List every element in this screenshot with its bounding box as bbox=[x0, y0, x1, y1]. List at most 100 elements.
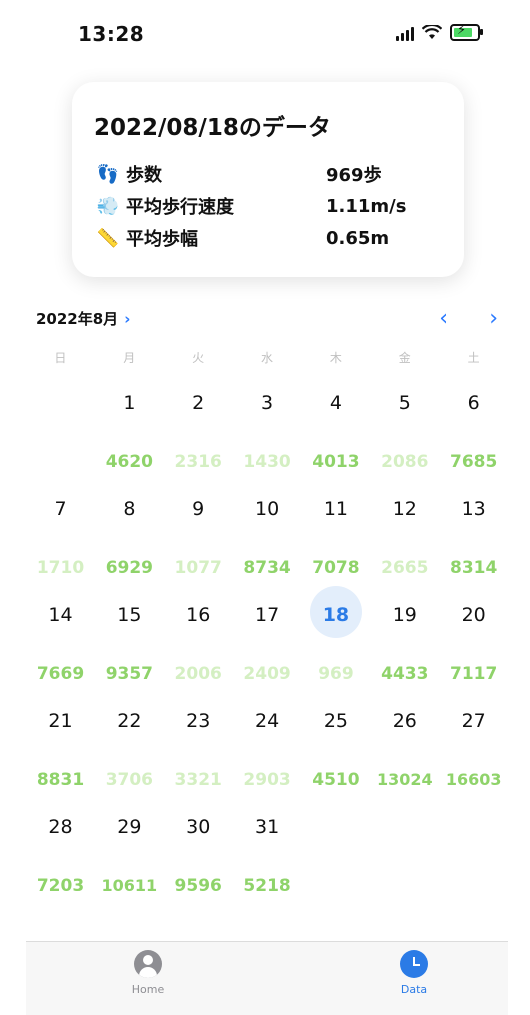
calendar-day-cell[interactable]: 30 9596 bbox=[164, 804, 233, 910]
wifi-icon bbox=[422, 25, 442, 39]
day-steps: 7685 bbox=[449, 452, 498, 472]
day-number: 22 bbox=[117, 710, 142, 732]
calendar-day-cell[interactable]: 24 2903 bbox=[233, 698, 302, 804]
calendar-day-cell[interactable]: 16 2006 bbox=[164, 592, 233, 698]
day-number: 24 bbox=[254, 710, 280, 732]
day-number: 1 bbox=[123, 392, 136, 414]
day-number: 15 bbox=[117, 604, 142, 626]
calendar-day-cell[interactable]: 28 7203 bbox=[26, 804, 95, 910]
day-number: 9 bbox=[192, 498, 205, 520]
calendar-day-cell[interactable]: 5 2086 bbox=[370, 380, 439, 486]
tab-data-label: Data bbox=[400, 983, 428, 996]
day-number: 3 bbox=[261, 392, 274, 414]
calendar-day-cell[interactable]: 4 4013 bbox=[301, 380, 370, 486]
weekday-label: 日 bbox=[54, 351, 67, 365]
calendar-day-cell[interactable]: 3 1430 bbox=[233, 380, 302, 486]
stride-label: 平均歩幅 bbox=[126, 229, 198, 250]
calendar-empty-cell bbox=[26, 380, 95, 486]
calendar-day-cell[interactable]: 9 1077 bbox=[164, 486, 233, 592]
weekday-label: 水 bbox=[261, 351, 274, 365]
calendar-day-cell[interactable]: 29 10611 bbox=[95, 804, 164, 910]
day-number: 4 bbox=[329, 392, 342, 414]
calendar-day-cell[interactable]: 7 1710 bbox=[26, 486, 95, 592]
day-summary-card: 2022/08/18のデータ 👣 歩数 969歩 💨 平均歩行速度 1.11m/… bbox=[72, 82, 464, 277]
stride-value: 0.65m bbox=[326, 227, 390, 249]
day-number: 25 bbox=[323, 710, 349, 732]
next-month-button[interactable]: › bbox=[489, 306, 498, 331]
battery-charging-icon: ⚡ bbox=[450, 23, 483, 41]
tab-bar: Home Data bbox=[26, 941, 508, 1015]
day-number: 17 bbox=[254, 604, 280, 626]
calendar-day-cell[interactable]: 23 3321 bbox=[164, 698, 233, 804]
weekday-label: 金 bbox=[398, 351, 411, 365]
day-number: 16 bbox=[186, 604, 211, 626]
calendar-week-row: 7 1710 8 6929 9 1077 10 8734 11 7078 12 2665 13 8314 bbox=[26, 486, 508, 592]
calendar-day-cell[interactable]: 21 8831 bbox=[26, 698, 95, 804]
steps-value: 969歩 bbox=[326, 165, 382, 186]
day-number: 31 bbox=[254, 816, 280, 838]
weekday-label: 土 bbox=[467, 351, 480, 365]
calendar-empty-cell bbox=[301, 804, 370, 910]
calendar-week-row: 21 8831 22 3706 23 3321 24 2903 25 4510 26 13024 27 1… bbox=[26, 698, 508, 804]
tab-home[interactable]: Home bbox=[108, 950, 188, 996]
footprints-icon: 👣 bbox=[96, 163, 120, 185]
chevron-right-icon: › bbox=[124, 310, 131, 328]
calendar-day-cell[interactable]: 17 2409 bbox=[233, 592, 302, 698]
calendar-day-cell[interactable]: 10 8734 bbox=[233, 486, 302, 592]
day-number: 12 bbox=[392, 498, 417, 520]
day-steps: 8314 bbox=[449, 558, 498, 578]
day-number: 13 bbox=[461, 498, 486, 520]
day-steps: 7117 bbox=[449, 664, 498, 684]
speed-value: 1.11m/s bbox=[326, 195, 407, 217]
day-number: 19 bbox=[392, 604, 417, 626]
day-number: 27 bbox=[461, 710, 486, 732]
day-number: 28 bbox=[48, 816, 73, 838]
calendar-day-cell[interactable]: 2 2316 bbox=[164, 380, 233, 486]
status-time: 13:28 bbox=[78, 22, 145, 46]
wind-icon: 💨 bbox=[96, 195, 120, 217]
weekday-label: 月 bbox=[123, 351, 136, 365]
calendar-day-cell[interactable]: 18 969 bbox=[301, 586, 370, 698]
calendar-day-cell[interactable]: 11 7078 bbox=[301, 486, 370, 592]
day-number: 6 bbox=[467, 392, 480, 414]
calendar-day-cell[interactable]: 25 4510 bbox=[301, 698, 370, 804]
calendar-week-row: 1 4620 2 2316 3 1430 4 4013 5 2086 6 7685 bbox=[26, 380, 508, 486]
month-picker-button[interactable]: 2022年8月 › bbox=[36, 308, 130, 329]
calendar-day-cell[interactable]: 14 7669 bbox=[26, 592, 95, 698]
speed-row: 💨 平均歩行速度 1.11m/s bbox=[94, 192, 454, 220]
calendar-week-row: 14 7669 15 9357 16 2006 17 2409 18 969 19 4433 20 711… bbox=[26, 586, 508, 698]
steps-row: 👣 歩数 969歩 bbox=[94, 160, 454, 188]
tab-data[interactable]: Data bbox=[374, 950, 454, 996]
calendar-day-cell[interactable]: 19 4433 bbox=[370, 592, 439, 698]
calendar-day-cell[interactable]: 20 7117 bbox=[439, 592, 508, 698]
calendar-day-cell[interactable]: 8 6929 bbox=[95, 486, 164, 592]
cellular-signal-icon bbox=[396, 25, 414, 41]
person-icon bbox=[134, 950, 162, 978]
calendar-empty-cell bbox=[370, 804, 439, 910]
calendar-day-cell[interactable]: 13 8314 bbox=[439, 486, 508, 592]
calendar-day-cell[interactable]: 1 4620 bbox=[95, 380, 164, 486]
calendar-day-cell[interactable]: 26 13024 bbox=[370, 698, 439, 804]
day-number: 11 bbox=[323, 498, 349, 520]
calendar-day-cell[interactable]: 12 2665 bbox=[370, 486, 439, 592]
card-title: 2022/08/18のデータ bbox=[94, 115, 331, 141]
month-header: 2022年8月 › ‹ › bbox=[36, 306, 506, 334]
day-number: 7 bbox=[54, 498, 67, 520]
day-number: 10 bbox=[254, 498, 280, 520]
status-bar: 13:28 ⚡ bbox=[0, 0, 530, 70]
calendar-empty-cell bbox=[439, 804, 508, 910]
calendar-day-cell[interactable]: 22 3706 bbox=[95, 698, 164, 804]
calendar-day-cell[interactable]: 15 9357 bbox=[95, 592, 164, 698]
calendar-day-cell[interactable]: 6 7685 bbox=[439, 380, 508, 486]
day-steps: 5218 bbox=[243, 876, 291, 896]
day-number: 30 bbox=[186, 816, 211, 838]
previous-month-button[interactable]: ‹ bbox=[439, 306, 448, 331]
day-number: 20 bbox=[461, 604, 486, 626]
calendar-week-row: 28 7203 29 10611 30 9596 31 5218 bbox=[26, 804, 508, 910]
calendar-day-cell[interactable]: 31 5218 bbox=[233, 804, 302, 910]
day-number: 29 bbox=[117, 816, 142, 838]
day-number: 8 bbox=[123, 498, 136, 520]
weekday-header: 日月火水木金土 bbox=[26, 349, 508, 366]
calendar-day-cell[interactable]: 27 16603 bbox=[439, 698, 508, 804]
ruler-icon: 📏 bbox=[96, 227, 120, 249]
